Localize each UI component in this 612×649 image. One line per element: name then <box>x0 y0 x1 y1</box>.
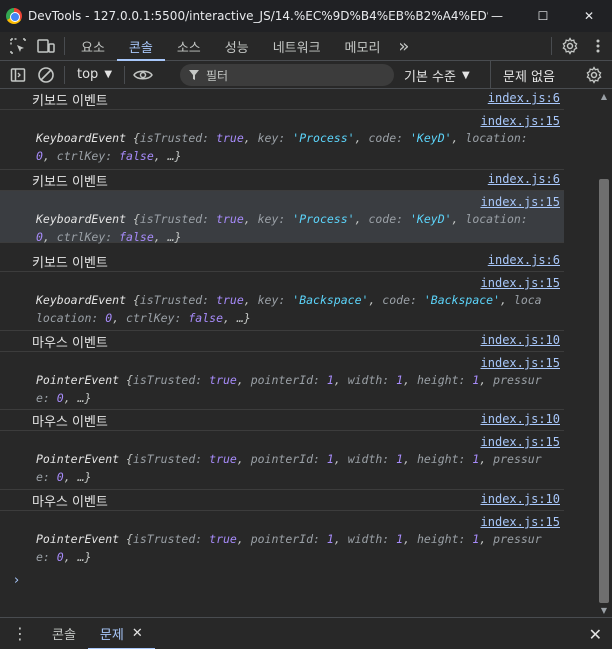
message-text: 마우스 이벤트 <box>32 495 108 510</box>
source-link[interactable]: index.js:10 <box>481 412 560 426</box>
clear-console-icon[interactable] <box>32 61 60 89</box>
filter-placeholder: 필터 <box>206 68 229 83</box>
title-bar: DevTools - 127.0.0.1:5500/interactive_JS… <box>0 0 612 32</box>
source-link[interactable]: index.js:6 <box>488 253 560 267</box>
console-message: 키보드 이벤트 index.js:6 <box>0 170 564 191</box>
console-scrollbar[interactable]: ▲ ▼ <box>596 89 612 617</box>
console-output: 키보드 이벤트 index.js:6 index.js:15 ▶Keyboard… <box>0 89 596 617</box>
drawer-tab-console[interactable]: 콘솔 <box>40 618 88 649</box>
scroll-up-arrow-icon[interactable]: ▲ <box>596 89 612 103</box>
tab-performance[interactable]: 성능 <box>213 32 261 60</box>
more-options-icon[interactable] <box>584 32 612 60</box>
context-selector-label: top <box>77 67 99 82</box>
source-link[interactable]: index.js:15 <box>481 276 560 290</box>
settings-gear-icon[interactable] <box>556 32 584 60</box>
sidebar-toggle-icon[interactable] <box>4 61 32 89</box>
console-message: index.js:15 ▶KeyboardEvent {isTrusted: t… <box>0 272 564 331</box>
toolbar-divider <box>64 65 65 84</box>
object-preview[interactable]: ▶KeyboardEvent {isTrusted: true, key: 'B… <box>36 292 556 326</box>
console-message: 키보드 이벤트 index.js:6 <box>0 89 564 110</box>
console-toolbar: top ▼ 필터 기본 수준 ▼ 문제 없음 <box>0 61 612 89</box>
tabbar-actions <box>547 32 612 60</box>
message-text: 키보드 이벤트 <box>32 256 108 271</box>
message-text: 키보드 이벤트 <box>32 175 108 190</box>
caret-down-icon: ▼ <box>461 69 470 81</box>
console-message: index.js:15 ▶PointerEvent {isTrusted: tr… <box>0 511 564 569</box>
source-link[interactable]: index.js:15 <box>481 356 560 370</box>
source-link[interactable]: index.js:15 <box>481 114 560 128</box>
chrome-logo-icon <box>6 8 22 24</box>
log-levels-label: 기본 수준 <box>404 69 456 85</box>
console-message: index.js:15 ▶PointerEvent {isTrusted: tr… <box>0 352 564 410</box>
context-selector[interactable]: top ▼ <box>69 67 120 82</box>
source-link[interactable]: index.js:15 <box>481 435 560 449</box>
caret-down-icon: ▼ <box>104 69 113 80</box>
tab-console[interactable]: 콘솔 <box>116 32 165 61</box>
tab-sources[interactable]: 소스 <box>165 32 213 60</box>
source-link[interactable]: index.js:15 <box>481 515 560 529</box>
maximize-button[interactable]: ☐ <box>520 0 566 32</box>
message-text: 키보드 이벤트 <box>32 94 108 109</box>
object-preview[interactable]: ▶KeyboardEvent {isTrusted: true, key: 'P… <box>36 211 556 245</box>
source-link[interactable]: index.js:10 <box>481 333 560 347</box>
live-expression-eye-icon[interactable] <box>129 61 157 89</box>
object-preview[interactable]: ▶KeyboardEvent {isTrusted: true, key: 'P… <box>36 130 556 164</box>
close-tab-icon[interactable]: ✕ <box>132 626 143 641</box>
window-controls: — ☐ ✕ <box>474 0 612 32</box>
source-link[interactable]: index.js:10 <box>481 492 560 506</box>
console-settings-gear-icon[interactable] <box>580 61 608 89</box>
source-link[interactable]: index.js:6 <box>488 172 560 186</box>
console-message: index.js:15 ▶PointerEvent {isTrusted: tr… <box>0 431 564 490</box>
filter-input[interactable]: 필터 <box>180 64 394 86</box>
object-preview[interactable]: ▶PointerEvent {isTrusted: true, pointerI… <box>36 372 556 406</box>
drawer-tab-bar: ⋮ 콘솔 문제 ✕ ✕ <box>0 617 612 649</box>
console-message: 키보드 이벤트 index.js:6 <box>0 251 564 272</box>
toolbar-divider <box>551 37 552 55</box>
log-levels-dropdown[interactable]: 기본 수준 ▼ <box>404 61 470 89</box>
close-window-button[interactable]: ✕ <box>566 0 612 32</box>
source-link[interactable]: index.js:6 <box>488 91 560 105</box>
minimize-button[interactable]: — <box>474 0 520 32</box>
issues-counter[interactable]: 문제 없음 <box>490 61 555 89</box>
tab-network[interactable]: 네트워크 <box>261 32 333 60</box>
filter-funnel-icon <box>189 70 199 80</box>
console-message: 마우스 이벤트 index.js:10 <box>0 490 564 511</box>
toolbar-divider <box>64 37 65 55</box>
message-text: 마우스 이벤트 <box>32 415 108 430</box>
source-link[interactable]: index.js:15 <box>481 195 560 209</box>
scroll-down-arrow-icon[interactable]: ▼ <box>596 603 612 617</box>
toolbar-divider <box>124 65 126 84</box>
device-toolbar-icon[interactable] <box>32 32 60 60</box>
window-title: DevTools - 127.0.0.1:5500/interactive_JS… <box>28 9 488 23</box>
console-message: 마우스 이벤트 index.js:10 <box>0 331 564 352</box>
object-preview[interactable]: ▶PointerEvent {isTrusted: true, pointerI… <box>36 451 556 485</box>
drawer-tab-issues[interactable]: 문제 ✕ <box>87 618 155 649</box>
console-prompt[interactable]: › <box>14 573 19 588</box>
console-message: index.js:15 ▶KeyboardEvent {isTrusted: t… <box>0 191 564 245</box>
more-tabs-icon[interactable]: » <box>392 32 415 60</box>
drawer-tab-issues-label: 문제 <box>99 628 124 643</box>
console-message: index.js:15 ▶KeyboardEvent {isTrusted: t… <box>0 110 564 170</box>
tab-elements[interactable]: 요소 <box>69 32 117 60</box>
object-preview[interactable]: ▶PointerEvent {isTrusted: true, pointerI… <box>36 531 556 565</box>
devtools-tab-bar: 요소 콘솔 소스 성능 네트워크 메모리 » <box>0 32 612 61</box>
tab-memory[interactable]: 메모리 <box>333 32 393 60</box>
message-text: 마우스 이벤트 <box>32 336 108 351</box>
drawer-menu-icon[interactable]: ⋮ <box>0 618 40 649</box>
inspect-element-icon[interactable] <box>4 32 32 60</box>
scrollbar-thumb[interactable] <box>599 179 609 603</box>
issues-label: 문제 없음 <box>503 69 555 85</box>
close-drawer-icon[interactable]: ✕ <box>589 618 602 649</box>
console-message: 마우스 이벤트 index.js:10 <box>0 410 564 431</box>
